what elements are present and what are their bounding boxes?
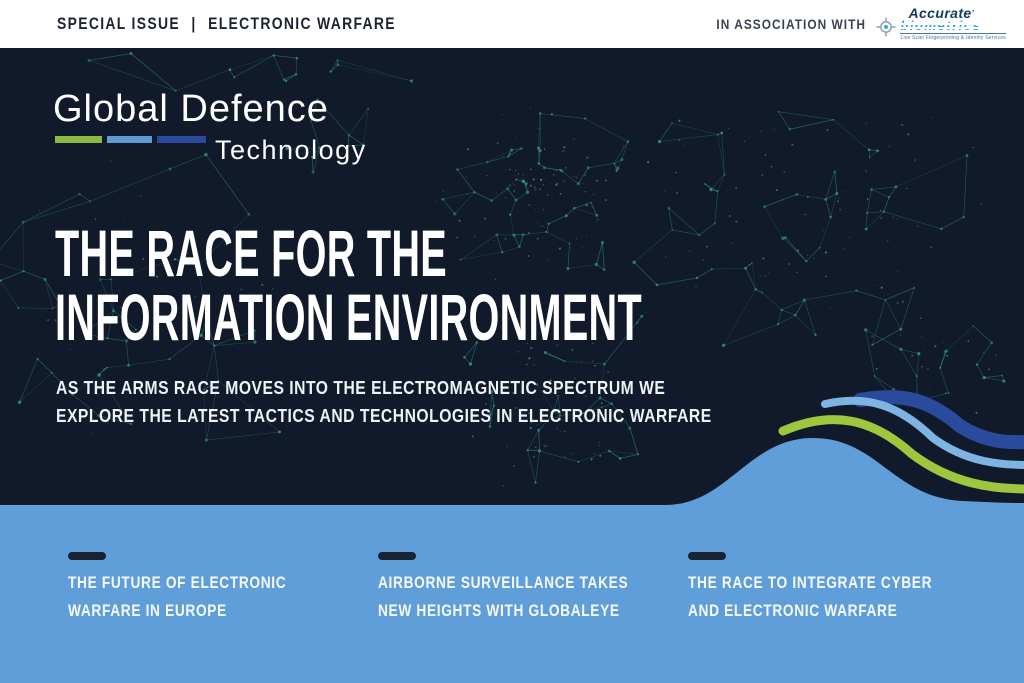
- teaser-article-2[interactable]: AIRBORNE SURVEILLANCE TAKES NEW HEIGHTS …: [378, 548, 680, 625]
- sponsor-logo[interactable]: Accurate’ biometrics Live Scan Fingerpri…: [876, 7, 1006, 41]
- sponsor-wordmark: Accurate’ biometrics Live Scan Fingerpri…: [900, 7, 1006, 41]
- scanline-decoration: [898, 23, 983, 25]
- issue-label: SPECIAL ISSUE: [57, 14, 180, 34]
- cover-title-line1: THE RACE FOR THE: [55, 221, 642, 285]
- brand-subname: Technology: [215, 135, 367, 166]
- swoosh-green: [783, 420, 1024, 489]
- teaser-article-3[interactable]: THE RACE TO INTEGRATE CYBER AND ELECTRON…: [688, 548, 982, 625]
- teaser-1-line2: WARFARE IN EUROPE: [68, 597, 286, 625]
- sponsor-tagline: Live Scan Fingerprinting & Identity Serv…: [900, 35, 1006, 41]
- cover-title: THE RACE FOR THE INFORMATION ENVIRONMENT: [55, 221, 1024, 349]
- brand-bars: [55, 136, 206, 143]
- issue-topic: ELECTRONIC WARFARE: [208, 14, 396, 34]
- teaser-3-line1: THE RACE TO INTEGRATE CYBER: [688, 569, 932, 597]
- cover-dek: AS THE ARMS RACE MOVES INTO THE ELECTROM…: [56, 374, 810, 430]
- teaser-dash: [688, 552, 726, 560]
- brand-bar-dark-blue: [157, 136, 206, 143]
- trademark-mark: ’: [972, 9, 975, 18]
- teaser-dash: [68, 552, 106, 560]
- cover-hero: Global Defence Technology THE RACE FOR T…: [0, 48, 1024, 683]
- teaser-article-1[interactable]: THE FUTURE OF ELECTRONIC WARFARE IN EURO…: [68, 548, 331, 625]
- swoosh-dark-blue: [860, 397, 1024, 442]
- cover-dek-line2: EXPLORE THE LATEST TACTICS AND TECHNOLOG…: [56, 402, 712, 430]
- issue-divider: |: [191, 14, 196, 34]
- teaser-1-line1: THE FUTURE OF ELECTRONIC: [68, 569, 286, 597]
- teaser-dash: [378, 552, 416, 560]
- teaser-3-line2: AND ELECTRONIC WARFARE: [688, 597, 932, 625]
- brand-name: Global Defence: [53, 88, 329, 131]
- sponsor-rule: [900, 33, 1006, 34]
- top-bar: SPECIAL ISSUE | ELECTRONIC WARFARE IN AS…: [0, 0, 1024, 48]
- teaser-row: THE FUTURE OF ELECTRONIC WARFARE IN EURO…: [0, 548, 1024, 683]
- scanline-decoration: [898, 27, 983, 29]
- sponsor-subname: biometrics: [900, 18, 981, 33]
- cover-title-line2: INFORMATION ENVIRONMENT: [55, 285, 642, 349]
- sponsor-subname-wrap: biometrics: [900, 20, 981, 32]
- teaser-2-line2: NEW HEIGHTS WITH GLOBALEYE: [378, 597, 628, 625]
- swoosh-light-blue: [825, 401, 1024, 465]
- brand-bar-green: [55, 136, 102, 143]
- teaser-2-line1: AIRBORNE SURVEILLANCE TAKES: [378, 569, 628, 597]
- magazine-cover: SPECIAL ISSUE | ELECTRONIC WARFARE IN AS…: [0, 0, 1024, 683]
- association-label: IN ASSOCIATION WITH: [717, 16, 867, 32]
- issue-banner: SPECIAL ISSUE | ELECTRONIC WARFARE: [57, 14, 396, 34]
- association-block: IN ASSOCIATION WITH Accurate’ biometrics: [690, 7, 1006, 41]
- cover-dek-line1: AS THE ARMS RACE MOVES INTO THE ELECTROM…: [56, 374, 712, 402]
- brand-bar-light-blue: [107, 136, 152, 143]
- crosshair-icon: [876, 17, 896, 37]
